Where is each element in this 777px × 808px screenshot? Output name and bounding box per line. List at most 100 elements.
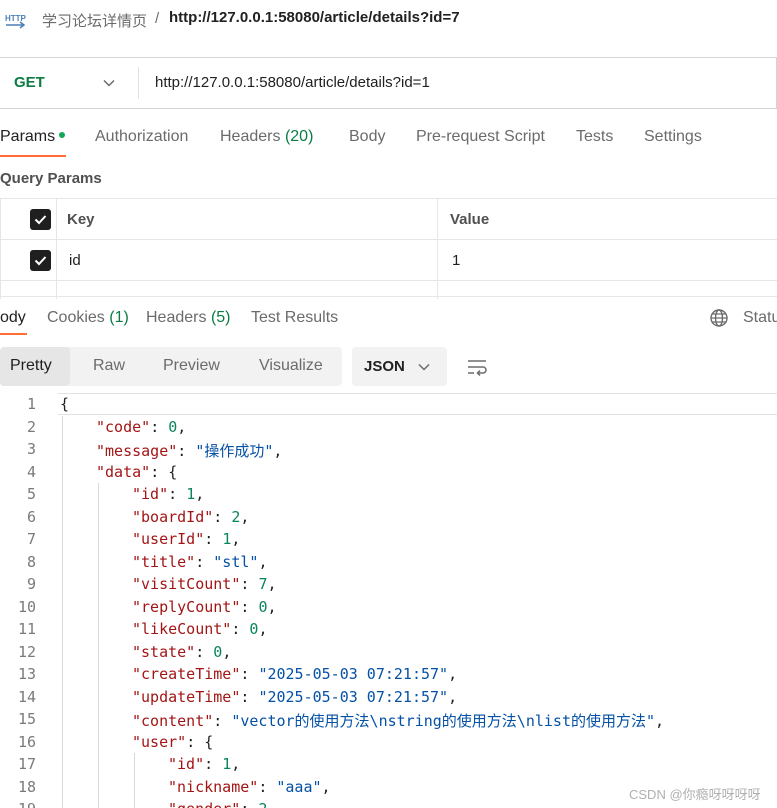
code-line: 7 "userId": 1, (0, 528, 777, 551)
code-line: 12 "state": 0, (0, 641, 777, 664)
tab-count: (5) (210, 309, 231, 326)
check-cell (0, 240, 57, 281)
request-title[interactable]: http://127.0.0.1:58080/article/details?i… (169, 9, 460, 26)
url-input[interactable]: http://127.0.0.1:58080/article/details?i… (155, 74, 430, 91)
check-icon (34, 256, 47, 266)
active-tab-underline (0, 333, 27, 335)
code-line: 17 "id": 1, (0, 753, 777, 776)
param-checkbox[interactable] (30, 250, 51, 271)
preview-button[interactable]: Preview (163, 357, 220, 375)
param-value[interactable]: 1 (452, 252, 460, 269)
line-number: 4 (26, 462, 36, 481)
response-tabs: ody Cookies (1) Headers (5) Test Results… (0, 296, 777, 338)
line-number: 6 (26, 507, 36, 526)
line-number: 17 (17, 755, 36, 773)
chevron-down-icon[interactable] (102, 76, 116, 90)
code-text: "createTime": "2025-05-03 07:21:57", (132, 665, 458, 683)
line-number: 2 (26, 417, 36, 436)
code-text: "code": 0, (96, 417, 187, 436)
tab-headers[interactable]: Headers (20) (220, 128, 313, 146)
tab-tests[interactable]: Tests (576, 128, 613, 146)
breadcrumb-parent[interactable]: 学习论坛详情页 (42, 10, 147, 31)
line-number: 19 (0, 800, 36, 808)
line-number: 11 (17, 620, 36, 638)
code-text: "userId": 1, (132, 530, 241, 548)
svg-text:HTTP: HTTP (5, 14, 27, 23)
tab-cookies[interactable]: Cookies (1) (47, 309, 129, 327)
code-line: 10 "replyCount": 0, (0, 596, 777, 619)
tab-authorization[interactable]: Authorization (95, 128, 188, 146)
check-icon (34, 215, 47, 225)
tab-count: (20) (284, 128, 314, 145)
code-line: 8 "title": "stl", (0, 551, 777, 574)
tab-body[interactable]: Body (349, 128, 385, 146)
line-number: 14 (17, 687, 36, 706)
tab-pre-request-script[interactable]: Pre-request Script (416, 128, 545, 146)
code-text: "state": 0, (132, 642, 232, 661)
globe-icon[interactable] (709, 308, 729, 328)
code-text: "content": "vector的使用方法\nstring的使用方法\nli… (132, 712, 665, 730)
code-line: 14 "updateTime": "2025-05-03 07:21:57", (0, 686, 777, 709)
code-text: "data": { (96, 462, 178, 481)
code-text: "gender": 2 (168, 800, 267, 808)
tab-label: Cookies (47, 309, 105, 326)
line-number: 10 (17, 597, 36, 616)
tab-label: Headers (146, 309, 207, 326)
breadcrumb-separator: / (155, 10, 160, 27)
code-text: "likeCount": 0, (132, 620, 268, 638)
code-line: 13 "createTime": "2025-05-03 07:21:57", (0, 663, 777, 686)
check-cell (0, 199, 57, 240)
line-number: 18 (17, 777, 36, 796)
line-number: 16 (17, 732, 36, 751)
line-number: 13 (17, 665, 36, 683)
tab-test-results[interactable]: Test Results (251, 309, 338, 327)
view-mode-selector: Pretty Raw Preview Visualize (0, 347, 342, 386)
status-label: Statu (743, 309, 777, 326)
code-text: "visitCount": 7, (132, 575, 277, 593)
response-body-editor[interactable]: 1{2 "code": 0, 3 "message": "操作成功", 4 "data":… (0, 392, 777, 808)
line-number: 3 (26, 440, 36, 458)
code-line: 5 "id": 1, (0, 483, 777, 506)
code-text: "id": 1, (132, 485, 205, 503)
watermark: CSDN @你瘾呀呀呀呀 (629, 787, 761, 802)
code-line: 15 "content": "vector的使用方法\nstring的使用方法\n… (0, 708, 777, 731)
code-line: 2 "code": 0, (0, 416, 777, 439)
method-select[interactable]: GET (14, 74, 45, 91)
line-number: 9 (26, 575, 36, 593)
format-dropdown[interactable]: JSON (352, 347, 447, 386)
code-text: "id": 1, (168, 755, 241, 773)
http-icon: HTTP (5, 14, 27, 29)
table-row: id 1 (0, 240, 777, 281)
code-text: "user": { (132, 732, 214, 751)
line-number: 7 (26, 530, 36, 548)
code-line: 1{ (0, 393, 777, 416)
tab-count: (1) (109, 309, 129, 326)
params-table: Key Value id 1 (0, 198, 777, 299)
code-line: 4 "data": { (0, 461, 777, 484)
tab-response-headers[interactable]: Headers (5) (146, 309, 231, 327)
line-number: 15 (17, 710, 36, 728)
column-divider (437, 199, 438, 240)
url-divider (138, 67, 139, 99)
wrap-lines-icon[interactable] (466, 356, 488, 378)
visualize-button[interactable]: Visualize (259, 357, 323, 375)
tab-params[interactable]: Params (0, 128, 66, 146)
tab-settings[interactable]: Settings (644, 128, 702, 146)
code-text: "updateTime": "2025-05-03 07:21:57", (132, 687, 458, 706)
value-column-header: Value (450, 211, 490, 228)
line-number: 5 (26, 485, 36, 503)
key-column-header: Key (67, 211, 95, 228)
line-number: 1 (26, 395, 36, 413)
indent-guide (98, 483, 99, 808)
code-line: 16 "user": { (0, 731, 777, 754)
tab-response-body[interactable]: ody (0, 309, 26, 327)
pretty-button[interactable]: Pretty (10, 357, 52, 375)
select-all-checkbox[interactable] (30, 209, 51, 230)
params-header-row: Key Value (0, 199, 777, 240)
raw-button[interactable]: Raw (93, 357, 125, 375)
tab-label: Headers (220, 128, 281, 145)
param-key[interactable]: id (69, 252, 81, 269)
line-number: 12 (17, 642, 36, 661)
format-label: JSON (364, 358, 405, 375)
code-text: "message": "操作成功", (96, 442, 283, 460)
